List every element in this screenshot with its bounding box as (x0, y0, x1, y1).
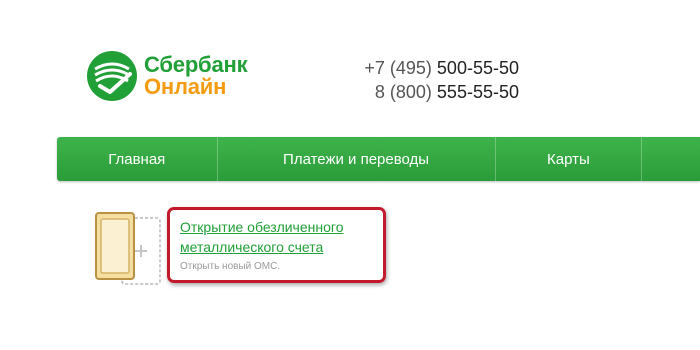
sberbank-logo[interactable]: Сбербанк Онлайн (86, 50, 248, 102)
nav-item-cards[interactable]: Карты (496, 137, 643, 181)
phone-1-prefix: +7 (495) (364, 58, 432, 78)
phone-1-number: 500-55-50 (436, 58, 519, 78)
sberbank-logo-icon (87, 51, 137, 101)
open-oms-link[interactable]: Открытие обезличенного металлического сч… (180, 217, 380, 257)
phone-line-1: +7 (495) 500-55-50 (355, 56, 519, 80)
logo-brand-name: Сбербанк (144, 52, 248, 77)
open-oms-subtitle: Открыть новый ОМС. (180, 261, 281, 272)
phone-2-number: 555-55-50 (436, 82, 519, 102)
phone-2-prefix: 8 (800) (374, 82, 432, 102)
nav-item-more[interactable] (642, 137, 700, 181)
page: Сбербанк Онлайн +7 (495) 500-55-50 8 (80… (0, 0, 700, 350)
nav-item-home[interactable]: Главная (57, 137, 218, 181)
main-navigation: Главная Платежи и переводы Карты (57, 137, 700, 181)
metal-ingot-add-icon[interactable] (94, 212, 162, 288)
logo-product-name: Онлайн (144, 74, 227, 99)
nav-item-payments[interactable]: Платежи и переводы (218, 137, 496, 181)
logo-text: Сбербанк Онлайн (144, 52, 248, 99)
phone-line-2: 8 (800) 555-55-50 (355, 80, 519, 104)
phone-numbers: +7 (495) 500-55-50 8 (800) 555-55-50 (355, 56, 519, 104)
